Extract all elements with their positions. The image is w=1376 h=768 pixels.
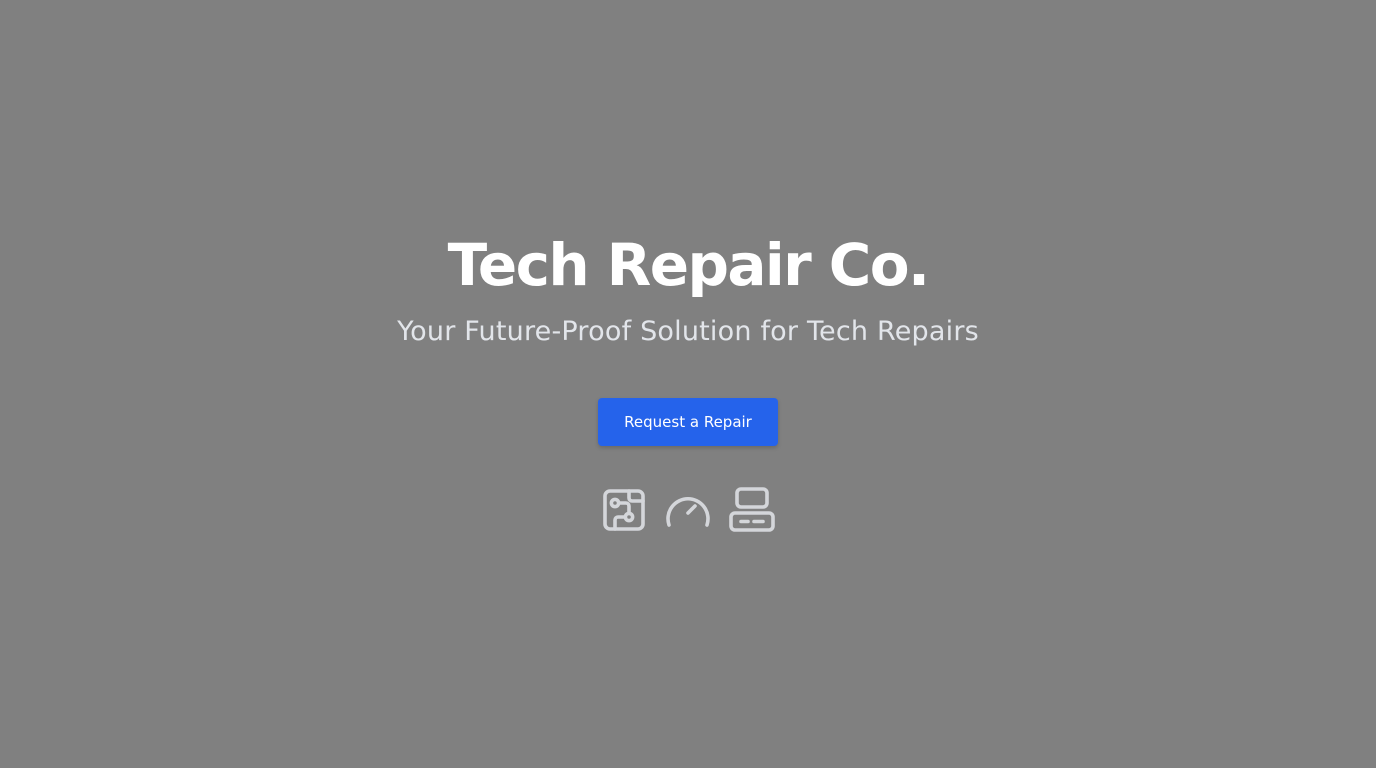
hero-section: Tech Repair Co. Your Future-Proof Soluti…: [0, 0, 1376, 768]
speedometer-icon: [664, 486, 712, 534]
page-title: Tech Repair Co.: [447, 231, 930, 299]
request-repair-button[interactable]: Request a Repair: [598, 398, 778, 446]
circuit-board-icon: [600, 486, 648, 534]
device-stack-icon: [728, 486, 776, 534]
feature-icons: [600, 486, 780, 536]
page-subtitle: Your Future-Proof Solution for Tech Repa…: [397, 316, 979, 347]
